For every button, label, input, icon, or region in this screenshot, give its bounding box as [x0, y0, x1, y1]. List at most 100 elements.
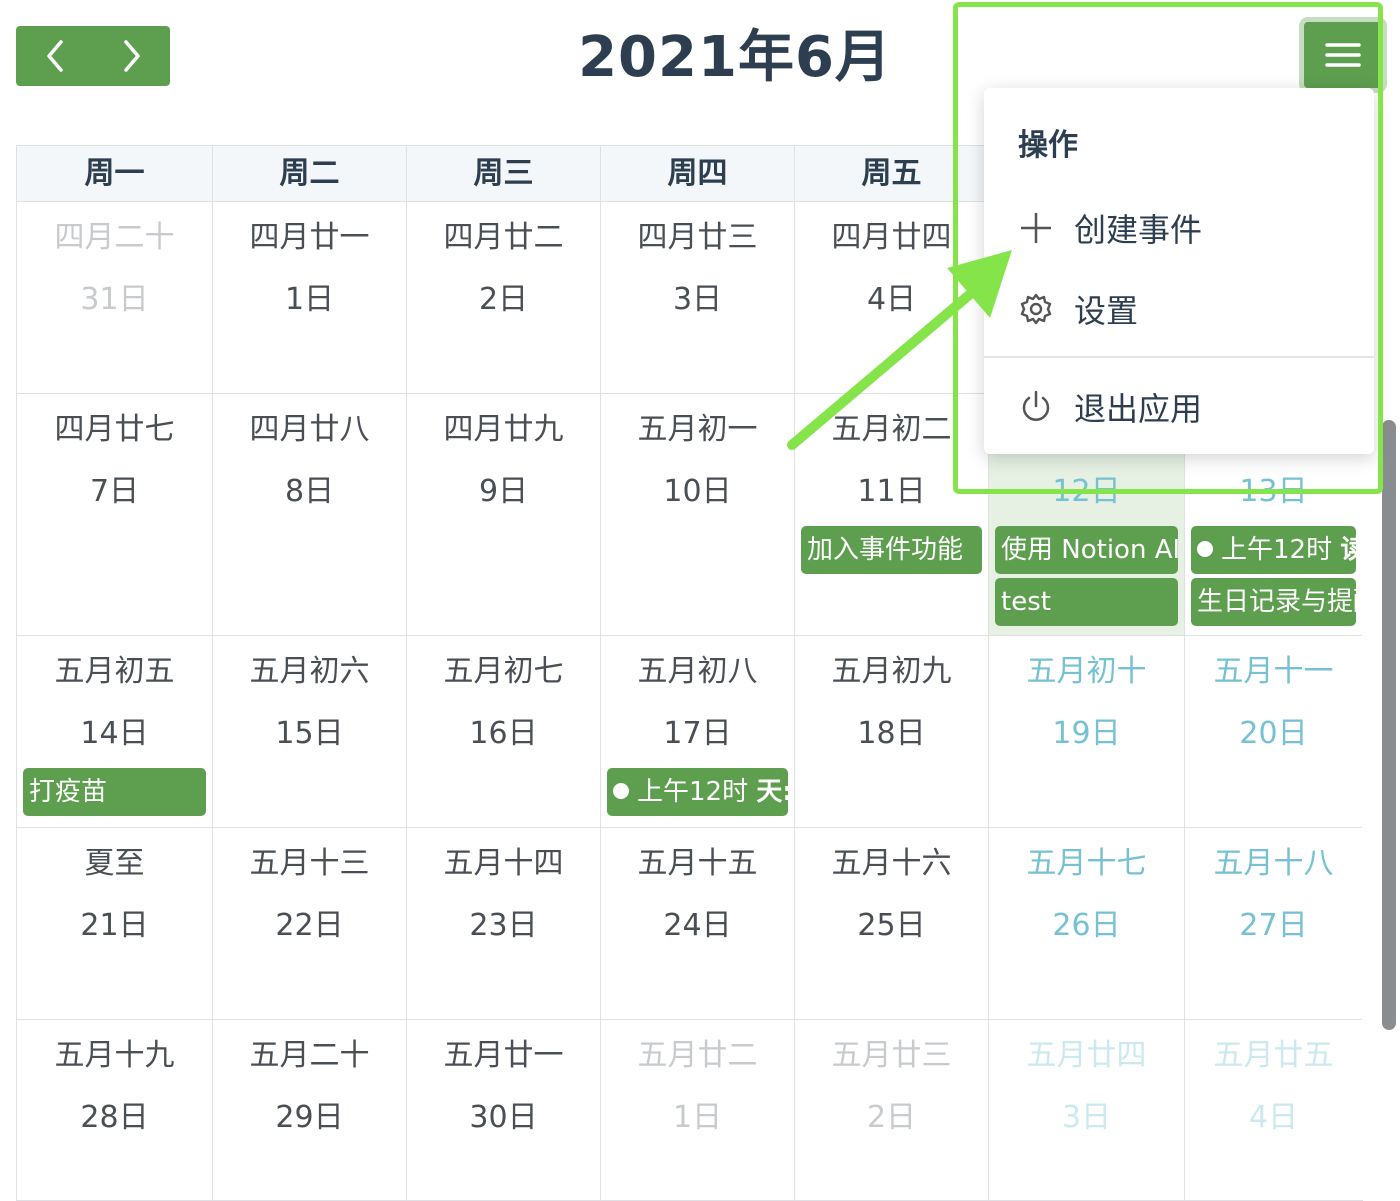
- day-cell[interactable]: 夏至 21日: [17, 828, 213, 1020]
- day-number: 2日: [866, 1100, 917, 1135]
- lunar-date: 五月十三: [249, 846, 370, 881]
- day-cell[interactable]: 五月初六 15日: [213, 636, 407, 828]
- event-title: 天:: [756, 777, 788, 807]
- day-cell[interactable]: 四月廿一 1日: [213, 202, 407, 394]
- day-cell[interactable]: 五月十四 23日: [407, 828, 601, 1020]
- lunar-date: 四月廿四: [831, 220, 952, 255]
- day-cell[interactable]: 五月初十 19日: [989, 636, 1185, 828]
- lunar-date: 五月十七: [1026, 846, 1147, 881]
- event-title: test: [1001, 587, 1051, 617]
- day-number: 26日: [1052, 908, 1121, 943]
- day-cell[interactable]: 四月廿八 8日: [213, 394, 407, 636]
- day-number: 14日: [80, 716, 149, 751]
- day-number: 7日: [89, 474, 140, 509]
- lunar-date: 五月十四: [443, 846, 564, 881]
- day-cell[interactable]: 五月初九 18日: [795, 636, 989, 828]
- lunar-date: 五月十九: [54, 1038, 175, 1073]
- next-month-button[interactable]: [93, 26, 170, 86]
- event-title: 加入事件功能: [807, 535, 964, 565]
- lunar-date: 五月初七: [443, 654, 564, 689]
- lunar-date: 五月初八: [637, 654, 758, 689]
- day-number: 4日: [866, 282, 917, 317]
- day-cell[interactable]: 四月廿四 4日: [795, 202, 989, 394]
- event-time: 上午12时: [1221, 535, 1333, 565]
- event-chip[interactable]: 打疫苗: [23, 768, 206, 816]
- day-cell[interactable]: 五月初八 17日上午12时 天:: [601, 636, 795, 828]
- event-chip[interactable]: 加入事件功能: [801, 526, 982, 574]
- day-cell[interactable]: 五月初五 14日 打疫苗: [17, 636, 213, 828]
- lunar-date: 四月二十: [54, 220, 175, 255]
- day-cell[interactable]: 四月廿七 7日: [17, 394, 213, 636]
- day-number: 1日: [284, 282, 335, 317]
- hamburger-menu-icon: [1325, 43, 1361, 67]
- day-number: 21日: [80, 908, 149, 943]
- day-cell[interactable]: 五月十五 24日: [601, 828, 795, 1020]
- day-cell[interactable]: 五月廿三 2日: [795, 1020, 989, 1201]
- day-number: 11日: [857, 474, 926, 509]
- event-dot-icon: [1197, 540, 1213, 557]
- day-number: 3日: [672, 282, 723, 317]
- weekday-header: 周二: [213, 146, 407, 202]
- day-cell[interactable]: 五月十七 26日: [989, 828, 1185, 1020]
- day-number: 19日: [1052, 716, 1121, 751]
- day-number: 2日: [478, 282, 529, 317]
- day-cell[interactable]: 五月十九 28日: [17, 1020, 213, 1201]
- lunar-date: 四月廿二: [443, 220, 564, 255]
- day-cell[interactable]: 五月廿一 30日: [407, 1020, 601, 1201]
- month-title: 2021年6月: [578, 25, 892, 90]
- event-title: 读书: [1340, 535, 1356, 565]
- day-number: 9日: [478, 474, 529, 509]
- weekday-header: 周三: [407, 146, 601, 202]
- actions-dropdown-menu: 操作 创建事件 设置 退出应用: [984, 88, 1374, 454]
- lunar-date: 四月廿三: [637, 220, 758, 255]
- weekday-header: 周四: [601, 146, 795, 202]
- create-event-menu-item[interactable]: 创建事件: [984, 193, 1374, 263]
- lunar-date: 五月十六: [831, 846, 952, 881]
- quit-app-menu-item[interactable]: 退出应用: [984, 372, 1374, 442]
- day-cell[interactable]: 四月廿二 2日: [407, 202, 601, 394]
- event-chip[interactable]: 使用 Notion AI: [995, 526, 1178, 574]
- event-chip[interactable]: 生日记录与提醒: [1191, 578, 1356, 626]
- day-cell[interactable]: 五月十一 20日: [1185, 636, 1363, 828]
- lunar-date: 五月初一: [637, 412, 758, 447]
- day-number: 31日: [80, 282, 149, 317]
- month-nav-group: [16, 26, 170, 86]
- event-chip[interactable]: 上午12时 读书: [1191, 526, 1356, 574]
- day-cell[interactable]: 四月廿三 3日: [601, 202, 795, 394]
- lunar-date: 五月初九: [831, 654, 952, 689]
- event-chip[interactable]: test: [995, 578, 1178, 626]
- settings-label: 设置: [1074, 292, 1139, 330]
- event-dot-icon: [613, 782, 629, 799]
- day-number: 30日: [469, 1100, 538, 1135]
- day-cell[interactable]: 五月廿五 4日: [1185, 1020, 1363, 1201]
- day-cell[interactable]: 五月廿四 3日: [989, 1020, 1185, 1201]
- day-number: 16日: [469, 716, 538, 751]
- chevron-left-icon: [46, 40, 63, 72]
- day-number: 4日: [1248, 1100, 1299, 1135]
- weekday-header: 周五: [795, 146, 989, 202]
- day-cell[interactable]: 五月初一 10日: [601, 394, 795, 636]
- day-number: 28日: [80, 1100, 149, 1135]
- day-cell[interactable]: 五月十三 22日: [213, 828, 407, 1020]
- power-icon: [1022, 390, 1050, 421]
- scrollbar-thumb[interactable]: [1382, 420, 1396, 1030]
- lunar-date: 四月廿八: [249, 412, 370, 447]
- lunar-date: 夏至: [84, 846, 145, 881]
- day-cell[interactable]: 五月初二 11日加入事件功能: [795, 394, 989, 636]
- day-cell[interactable]: 五月十八 27日: [1185, 828, 1363, 1020]
- day-cell[interactable]: 五月二十 29日: [213, 1020, 407, 1201]
- menu-button[interactable]: [1304, 22, 1382, 88]
- day-number: 17日: [663, 716, 732, 751]
- day-cell[interactable]: 五月十六 25日: [795, 828, 989, 1020]
- lunar-date: 五月廿五: [1213, 1038, 1334, 1073]
- settings-menu-item[interactable]: 设置: [984, 274, 1374, 344]
- event-chip[interactable]: 上午12时 天:: [607, 768, 788, 816]
- lunar-date: 五月初二: [831, 412, 952, 447]
- day-cell[interactable]: 五月初七 16日: [407, 636, 601, 828]
- day-cell[interactable]: 四月廿九 9日: [407, 394, 601, 636]
- weekday-header: 周一: [17, 146, 213, 202]
- prev-month-button[interactable]: [16, 26, 93, 86]
- day-cell[interactable]: 四月二十 31日: [17, 202, 213, 394]
- day-cell[interactable]: 五月廿二 1日: [601, 1020, 795, 1201]
- lunar-date: 四月廿七: [54, 412, 175, 447]
